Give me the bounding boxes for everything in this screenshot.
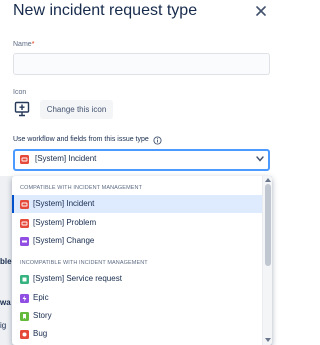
- icon-label: Icon: [13, 89, 27, 96]
- info-icon[interactable]: [153, 136, 162, 145]
- option-label: Epic: [33, 293, 49, 302]
- background-fragment: ble: [0, 257, 12, 266]
- close-icon: [256, 6, 266, 16]
- story-type-icon: [20, 312, 29, 321]
- option-system-problem[interactable]: [System] Problem: [12, 214, 262, 232]
- dialog-title: New incident request type: [13, 2, 198, 19]
- name-label-text: Name: [13, 41, 32, 48]
- dropdown-scrollbar[interactable]: [262, 176, 272, 345]
- scrollbar-thumb[interactable]: [265, 184, 271, 266]
- option-system-incident[interactable]: [System] Incident: [12, 195, 262, 213]
- close-button[interactable]: [250, 0, 272, 22]
- option-label: Bug: [33, 329, 48, 338]
- new-request-type-dialog: New incident request type Name* Icon Cha…: [0, 0, 272, 345]
- change-icon-button[interactable]: Change this icon: [40, 100, 113, 119]
- selected-issue-type: [System] Incident: [35, 154, 97, 163]
- group-header-compatible: COMPATIBLE WITH INCIDENT MANAGEMENT: [20, 185, 143, 191]
- option-label: [System] Problem: [33, 218, 97, 227]
- option-bug[interactable]: Bug: [12, 325, 262, 343]
- option-story[interactable]: Story: [12, 307, 262, 325]
- scroll-down-arrow-icon[interactable]: [265, 338, 271, 342]
- incident-type-icon: [20, 155, 29, 164]
- service-request-type-icon: [20, 275, 29, 284]
- name-input[interactable]: [13, 53, 270, 75]
- option-label: [System] Incident: [33, 199, 95, 208]
- background-fragment: wa: [0, 298, 11, 307]
- group-header-incompatible: INCOMPATIBLE WITH INCIDENT MANAGEMENT: [20, 260, 148, 266]
- issue-type-select[interactable]: [System] Incident: [13, 149, 270, 171]
- workflow-label: Use workflow and fields from this issue …: [13, 136, 149, 143]
- chevron-down-icon: [256, 156, 264, 162]
- option-system-change[interactable]: [System] Change: [12, 232, 262, 250]
- option-epic[interactable]: Epic: [12, 289, 262, 307]
- screen-icon: [14, 101, 30, 117]
- required-mark: *: [31, 41, 35, 48]
- option-label: Story: [33, 311, 52, 320]
- option-label: [System] Service request: [33, 274, 122, 283]
- option-label: [System] Change: [33, 236, 95, 245]
- scroll-up-arrow-icon[interactable]: [265, 178, 271, 182]
- problem-type-icon: [20, 219, 29, 228]
- option-system-service-request[interactable]: [System] Service request: [12, 270, 262, 288]
- incident-type-icon: [20, 200, 29, 209]
- name-label: Name*: [13, 41, 34, 48]
- bug-type-icon: [20, 330, 29, 339]
- issue-type-dropdown-menu: COMPATIBLE WITH INCIDENT MANAGEMENT [Sys…: [12, 176, 272, 345]
- background-fragment: ig: [0, 321, 7, 330]
- change-type-icon: [20, 237, 29, 246]
- epic-type-icon: [20, 294, 29, 303]
